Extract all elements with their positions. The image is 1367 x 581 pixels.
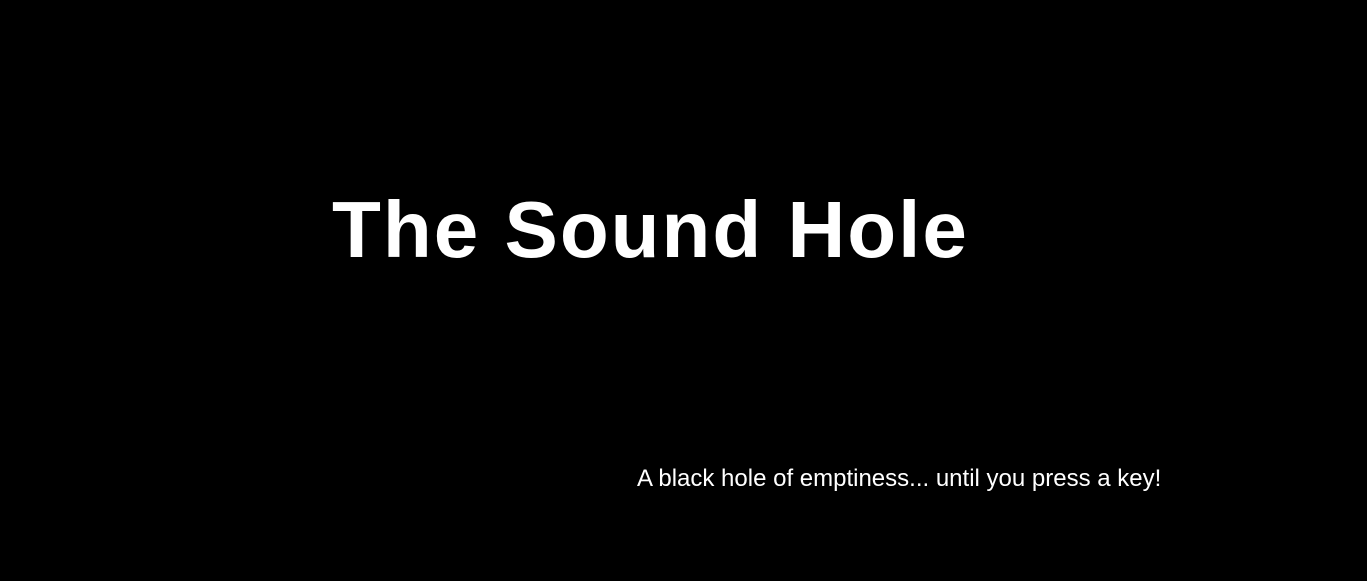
- press-key-prompt: A black hole of emptiness... until you p…: [637, 465, 1162, 492]
- sound-hole-screen[interactable]: The Sound Hole A black hole of emptiness…: [0, 0, 1367, 581]
- page-title: The Sound Hole: [332, 185, 969, 274]
